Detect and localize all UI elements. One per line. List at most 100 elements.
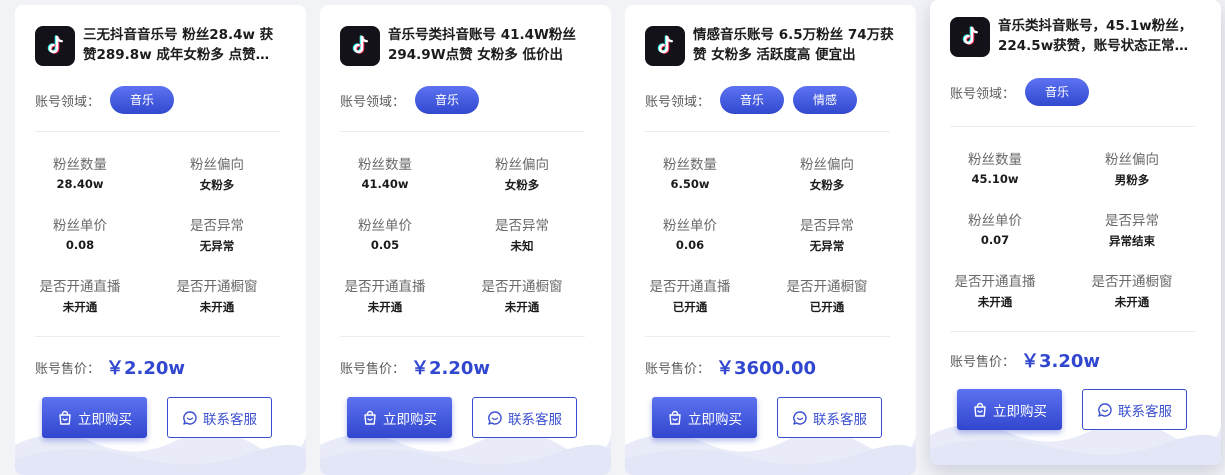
fans-unit-price-value: 0.07 xyxy=(980,233,1010,247)
fans-bias-value: 男粉多 xyxy=(1114,173,1150,187)
card-title[interactable]: 音乐号类抖音账号 41.4W粉丝 294.9W点赞 女粉多 低价出 xyxy=(388,25,590,65)
showcase-value: 未开通 xyxy=(504,300,540,314)
divider xyxy=(645,131,890,132)
price-label: 账号售价： xyxy=(35,361,101,377)
price-row: 账号售价： ￥3600.00 xyxy=(645,355,816,379)
card-title[interactable]: 音乐类抖音账号，45.1w粉丝，224.5w获赞，账号状态正常… xyxy=(998,16,1200,56)
showcase-label: 是否开通橱窗 xyxy=(1091,274,1173,290)
fans-bias-value: 女粉多 xyxy=(199,178,235,192)
fans-count-label: 粉丝数量 xyxy=(53,157,107,173)
abnormal-value: 无异常 xyxy=(809,239,845,253)
abnormal-value: 无异常 xyxy=(199,239,235,253)
fans-unit-price-label: 粉丝单价 xyxy=(358,218,412,234)
domain-tag: 音乐 xyxy=(720,86,785,114)
fans-unit-price-value: 0.06 xyxy=(675,238,705,252)
price-row: 账号售价： ￥2.20w xyxy=(35,355,185,379)
price-label: 账号售价： xyxy=(340,361,406,377)
tiktok-logo-icon xyxy=(340,26,380,66)
card-title[interactable]: 情感音乐账号 6.5万粉丝 74万获赞 女粉多 活跃度高 便宜出 xyxy=(693,25,895,65)
domain-row: 账号领域： 音乐 xyxy=(950,78,1098,106)
buy-now-label: 立即购买 xyxy=(78,411,132,428)
live-label: 是否开通直播 xyxy=(649,279,731,295)
contact-service-button[interactable]: 联系客服 xyxy=(472,397,577,438)
tiktok-logo-icon xyxy=(645,26,685,66)
showcase-value: 已开通 xyxy=(809,300,845,314)
live-value: 未开通 xyxy=(977,295,1013,309)
abnormal-label: 是否异常 xyxy=(1105,213,1159,229)
divider xyxy=(340,336,585,337)
showcase-label: 是否开通橱窗 xyxy=(176,279,258,295)
domain-label: 账号领域： xyxy=(340,94,406,110)
fans-unit-price-value: 0.05 xyxy=(370,238,400,252)
fans-count-label: 粉丝数量 xyxy=(358,157,412,173)
fans-count-value: 41.40w xyxy=(361,177,409,191)
domain-label: 账号领域： xyxy=(35,94,101,110)
fans-count-label: 粉丝数量 xyxy=(968,152,1022,168)
chat-icon xyxy=(488,410,502,425)
price-row: 账号售价： ￥3.20w xyxy=(950,348,1100,372)
fans-unit-price-label: 粉丝单价 xyxy=(663,218,717,234)
account-card[interactable]: 三无抖音音乐号 粉丝28.4w 获赞289.8w 成年女粉多 点赞… 账号领域：… xyxy=(15,5,306,475)
domain-row: 账号领域： 音乐 xyxy=(35,86,183,114)
fans-bias-value: 女粉多 xyxy=(504,178,540,192)
contact-service-button[interactable]: 联系客服 xyxy=(167,397,272,438)
abnormal-value: 未知 xyxy=(510,239,534,253)
domain-row: 账号领域： 音乐 情感 xyxy=(645,86,866,114)
fans-unit-price-label: 粉丝单价 xyxy=(53,218,107,234)
shopping-bag-icon xyxy=(59,410,71,425)
shopping-bag-icon xyxy=(974,402,986,417)
domain-tag: 音乐 xyxy=(110,86,175,114)
price-value: ￥2.20w xyxy=(411,358,491,379)
buy-now-label: 立即购买 xyxy=(383,411,437,428)
domain-tag: 情感 xyxy=(793,86,858,114)
live-value: 未开通 xyxy=(367,300,403,314)
price-value: ￥3.20w xyxy=(1021,351,1101,372)
contact-service-label: 联系客服 xyxy=(813,411,867,428)
showcase-value: 未开通 xyxy=(1114,295,1150,309)
fans-count-value: 6.50w xyxy=(670,177,710,191)
fans-bias-label: 粉丝偏向 xyxy=(190,157,244,173)
showcase-value: 未开通 xyxy=(199,300,235,314)
divider xyxy=(950,331,1195,332)
fans-bias-label: 粉丝偏向 xyxy=(1105,152,1159,168)
account-card[interactable]: 情感音乐账号 6.5万粉丝 74万获赞 女粉多 活跃度高 便宜出 账号领域： 音… xyxy=(625,5,916,475)
shopping-bag-icon xyxy=(364,410,376,425)
divider xyxy=(35,131,280,132)
divider xyxy=(35,336,280,337)
fans-count-label: 粉丝数量 xyxy=(663,157,717,173)
contact-service-button[interactable]: 联系客服 xyxy=(1082,389,1187,430)
domain-row: 账号领域： 音乐 xyxy=(340,86,488,114)
abnormal-label: 是否异常 xyxy=(800,218,854,234)
fans-bias-label: 粉丝偏向 xyxy=(495,157,549,173)
buy-now-button[interactable]: 立即购买 xyxy=(957,389,1062,430)
domain-label: 账号领域： xyxy=(950,86,1016,102)
showcase-label: 是否开通橱窗 xyxy=(481,279,563,295)
chat-icon xyxy=(793,410,807,425)
fans-unit-price-label: 粉丝单价 xyxy=(968,213,1022,229)
tiktok-logo-icon xyxy=(35,26,75,66)
contact-service-button[interactable]: 联系客服 xyxy=(777,397,882,438)
showcase-label: 是否开通橱窗 xyxy=(786,279,868,295)
buy-now-label: 立即购买 xyxy=(688,411,742,428)
domain-tag: 音乐 xyxy=(415,86,480,114)
fans-unit-price-value: 0.08 xyxy=(65,238,95,252)
abnormal-label: 是否异常 xyxy=(190,218,244,234)
tiktok-logo-icon xyxy=(950,17,990,57)
divider xyxy=(950,126,1195,127)
buy-now-button[interactable]: 立即购买 xyxy=(652,397,757,438)
price-label: 账号售价： xyxy=(645,361,711,377)
price-value: ￥3600.00 xyxy=(716,358,816,379)
buy-now-button[interactable]: 立即购买 xyxy=(347,397,452,438)
contact-service-label: 联系客服 xyxy=(508,411,562,428)
price-row: 账号售价： ￥2.20w xyxy=(340,355,490,379)
card-title[interactable]: 三无抖音音乐号 粉丝28.4w 获赞289.8w 成年女粉多 点赞… xyxy=(83,25,285,65)
account-card[interactable]: 音乐类抖音账号，45.1w粉丝，224.5w获赞，账号状态正常… 账号领域： 音… xyxy=(930,0,1221,465)
divider xyxy=(645,336,890,337)
account-card[interactable]: 音乐号类抖音账号 41.4W粉丝 294.9W点赞 女粉多 低价出 账号领域： … xyxy=(320,5,611,475)
fans-bias-value: 女粉多 xyxy=(809,178,845,192)
buy-now-label: 立即购买 xyxy=(993,403,1047,420)
live-label: 是否开通直播 xyxy=(39,279,121,295)
buy-now-button[interactable]: 立即购买 xyxy=(42,397,147,438)
contact-service-label: 联系客服 xyxy=(1118,403,1172,420)
divider xyxy=(340,131,585,132)
